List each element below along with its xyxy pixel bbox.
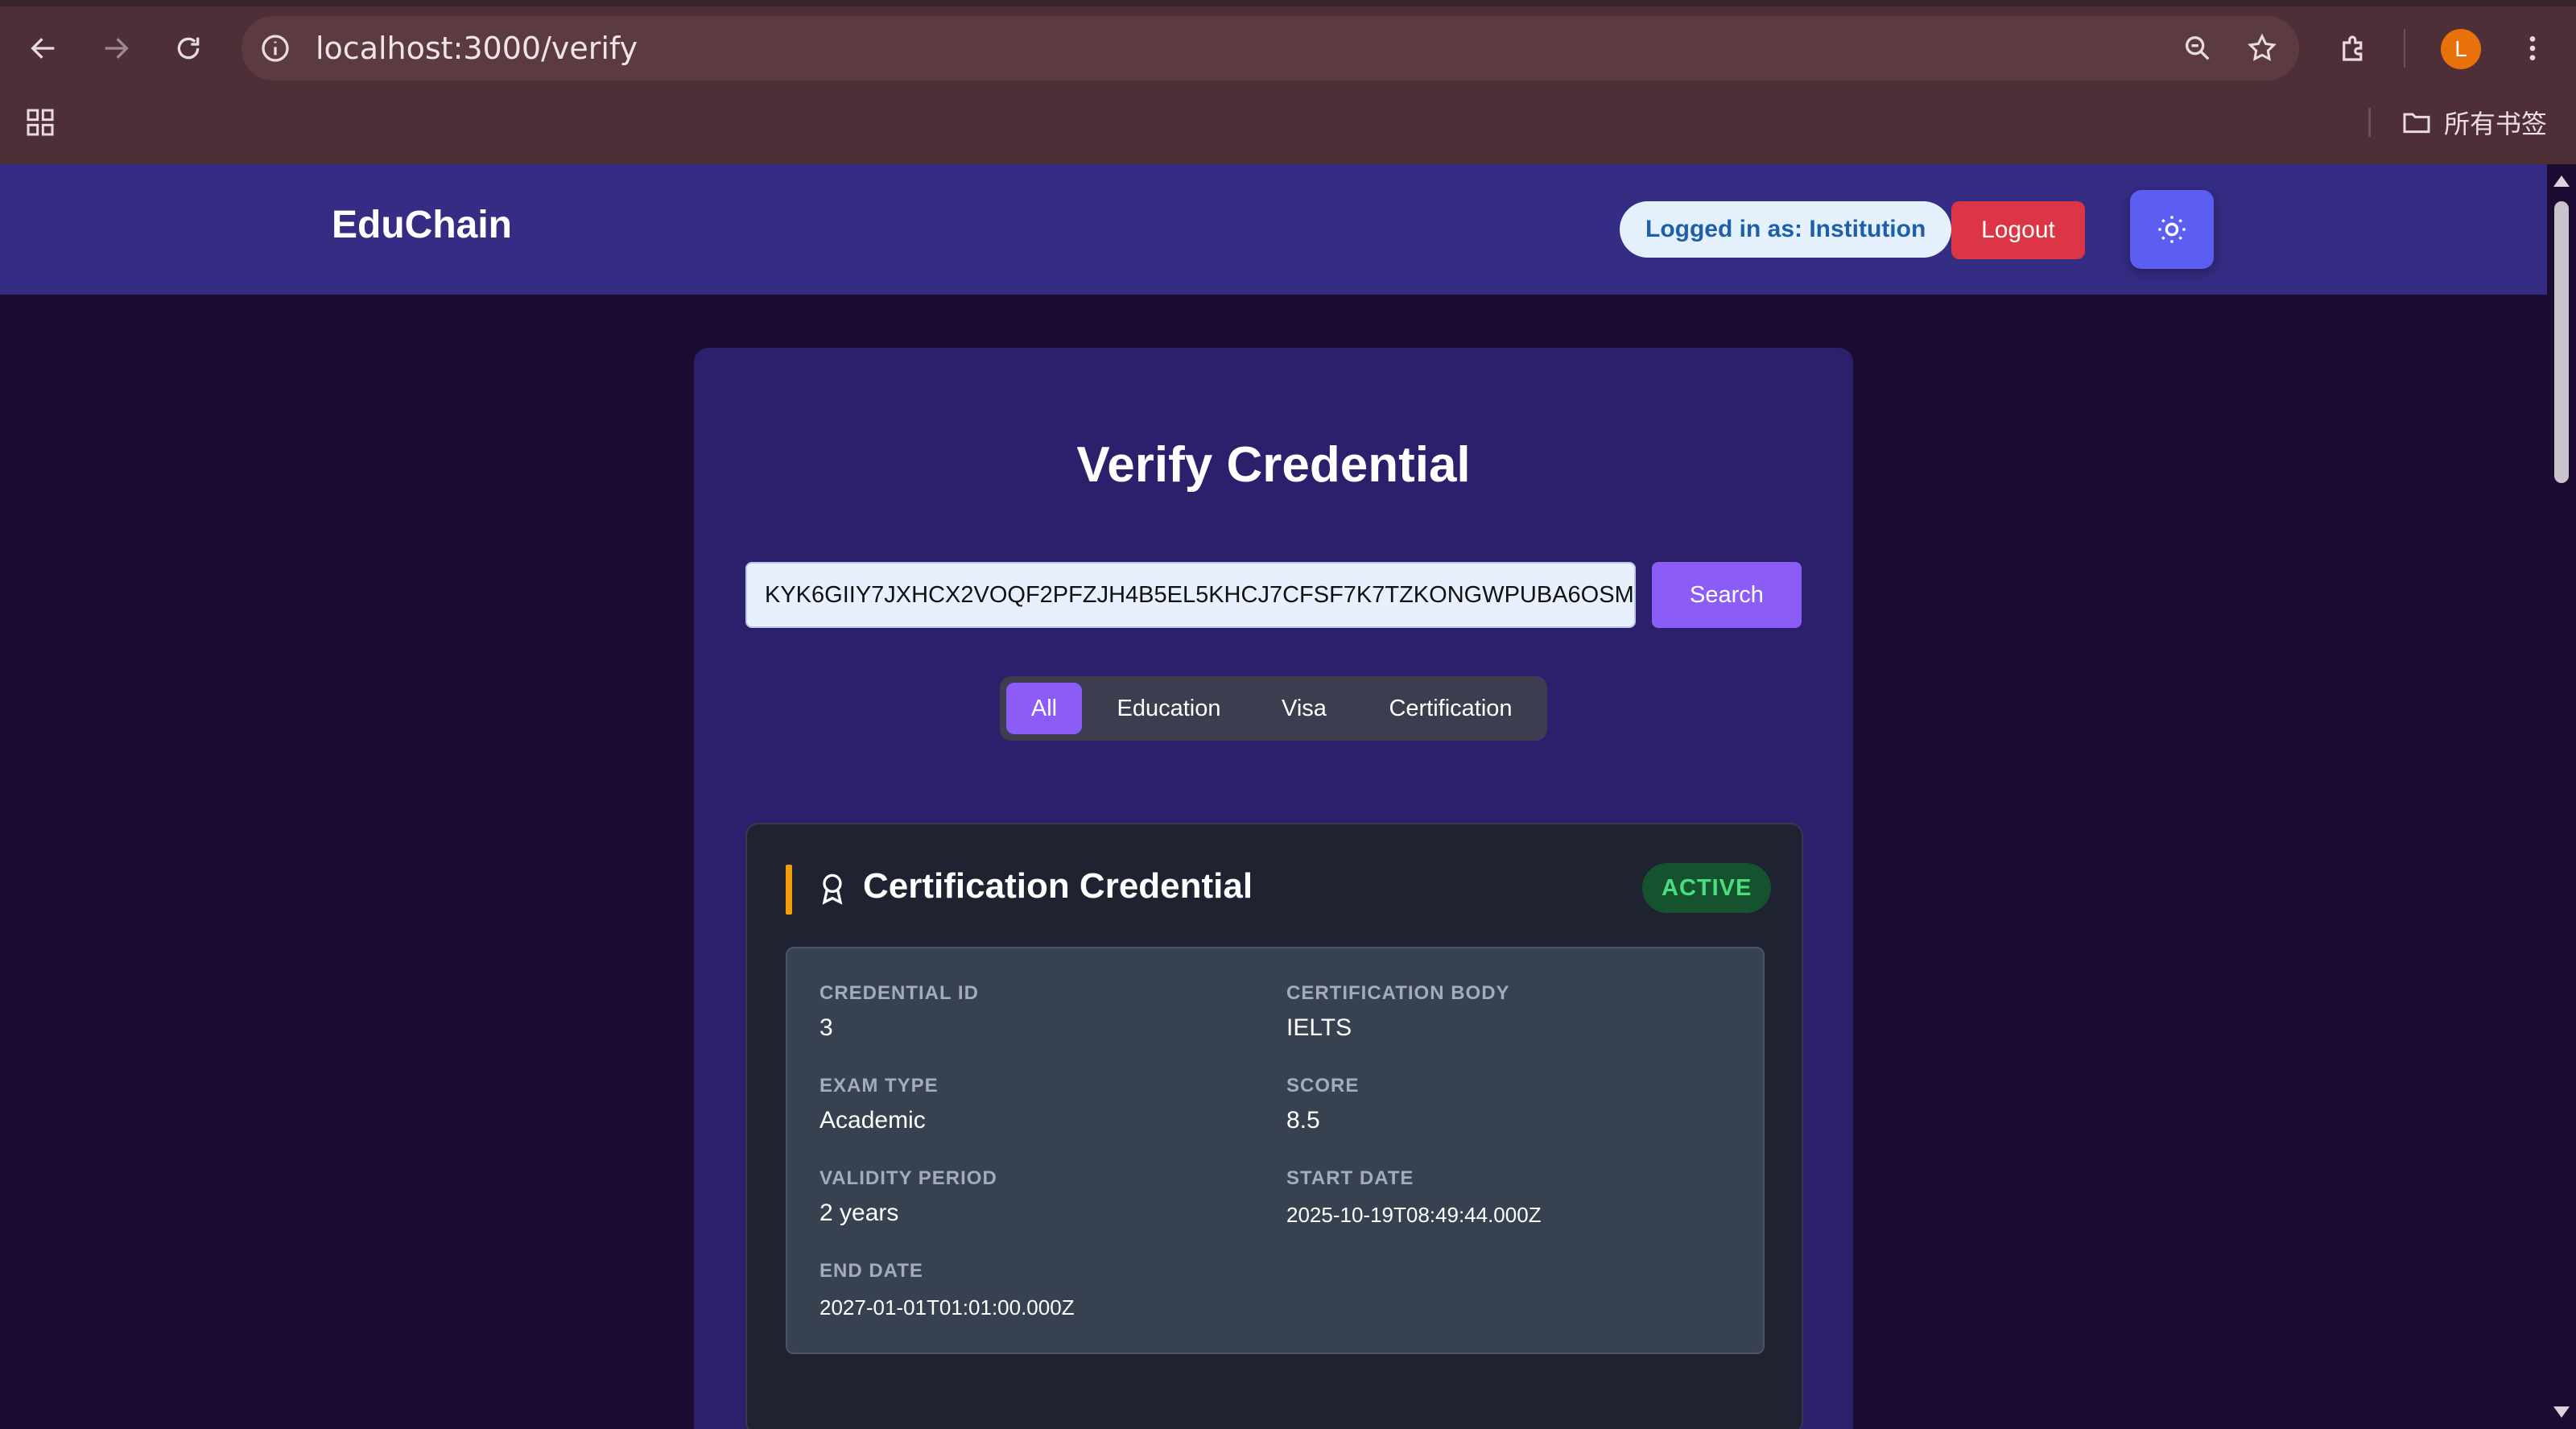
filter-tab-all[interactable]: All [1006,683,1082,734]
credential-type-filter: All Education Visa Certification [1000,676,1547,741]
status-badge: ACTIVE [1642,863,1772,913]
credential-details-panel: CREDENTIAL ID 3 CERTIFICATION BODY IELTS… [786,947,1765,1354]
filter-tab-visa[interactable]: Visa [1257,683,1351,734]
brand-logo[interactable]: EduChain [332,203,512,247]
field-start-date: START DATE 2025-10-19T08:49:44.000Z [1286,1167,1542,1228]
profile-avatar[interactable]: L [2441,29,2481,69]
field-credential-id: CREDENTIAL ID 3 [819,982,979,1042]
page-viewport: EduChain Logged in as: Institution Logou… [0,164,2547,1429]
field-value: IELTS [1286,1014,1352,1041]
apps-grid-icon [27,109,54,136]
scroll-thumb[interactable] [2554,201,2569,483]
login-status-badge: Logged in as: Institution [1620,201,1952,258]
field-value: 8.5 [1286,1107,1320,1134]
browser-chrome: localhost:3000/verify L 所有书签 [0,0,2576,164]
bookmark-bar-divider [2368,108,2371,137]
reload-icon [177,37,200,60]
forward-arrow-icon [105,38,129,59]
site-info-icon[interactable] [259,32,291,64]
filter-tab-certification[interactable]: Certification [1365,683,1536,734]
logout-button[interactable]: Logout [1951,201,2085,259]
url-text[interactable]: localhost:3000/verify [316,16,638,81]
field-end-date: END DATE 2027-01-01T01:01:00.000Z [819,1260,1075,1320]
address-bar[interactable]: localhost:3000/verify [242,16,2299,81]
browser-menu-button[interactable] [2513,29,2552,68]
theme-toggle-button[interactable] [2130,190,2214,269]
toolbar-divider [2404,29,2405,68]
field-label: CERTIFICATION BODY [1286,982,1510,1004]
scroll-down-arrow-icon[interactable] [2553,1406,2570,1418]
scroll-up-arrow-icon[interactable] [2553,176,2570,187]
credential-title: Certification Credential [863,866,1253,906]
puzzle-icon [2343,35,2363,61]
field-label: SCORE [1286,1075,1360,1097]
forward-button[interactable] [90,23,142,74]
app-header: EduChain Logged in as: Institution Logou… [0,164,2547,295]
kebab-menu-icon [2529,36,2536,60]
zoom-icon[interactable] [2182,32,2214,64]
field-exam-type: EXAM TYPE Academic [819,1075,939,1134]
award-ribbon-icon [822,874,843,905]
field-label: VALIDITY PERIOD [819,1167,997,1189]
field-validity-period: VALIDITY PERIOD 2 years [819,1167,997,1227]
back-arrow-icon [31,38,55,59]
reload-button[interactable] [163,23,214,74]
field-label: CREDENTIAL ID [819,982,979,1004]
field-certification-body: CERTIFICATION BODY IELTS [1286,982,1510,1042]
apps-button[interactable] [21,103,60,142]
field-label: END DATE [819,1260,923,1282]
filter-tab-education[interactable]: Education [1095,683,1243,734]
field-label: START DATE [1286,1167,1414,1189]
all-bookmarks-folder[interactable]: 所有书签 [2401,105,2547,140]
field-label: EXAM TYPE [819,1075,939,1097]
bookmark-star-icon[interactable] [2246,32,2278,64]
credential-accent-bar [786,865,792,915]
field-score: SCORE 8.5 [1286,1075,1359,1134]
all-bookmarks-label: 所有书签 [2444,109,2548,139]
page-title: Verify Credential [1076,437,1471,493]
sun-icon [2158,216,2186,243]
field-value: 2025-10-19T08:49:44.000Z [1286,1203,1542,1227]
credential-search-input[interactable]: KYK6GIIY7JXHCX2VOQF2PFZJH4B5EL5KHCJ7CFSF… [745,562,1636,628]
field-value: Academic [819,1107,926,1134]
extensions-button[interactable] [2334,29,2373,68]
search-button[interactable]: Search [1652,562,1802,628]
field-value: 2 years [819,1200,899,1226]
tab-strip [0,0,2576,6]
back-button[interactable] [18,23,69,74]
verify-card: Verify Credential KYK6GIIY7JXHCX2VOQF2PF… [694,348,1853,1429]
field-value: 2027-01-01T01:01:00.000Z [819,1295,1075,1320]
folder-icon [2403,113,2430,134]
page-scrollbar[interactable] [2547,164,2576,1429]
field-value: 3 [819,1014,833,1041]
credential-result-card: Certification Credential ACTIVE CREDENTI… [745,823,1803,1429]
